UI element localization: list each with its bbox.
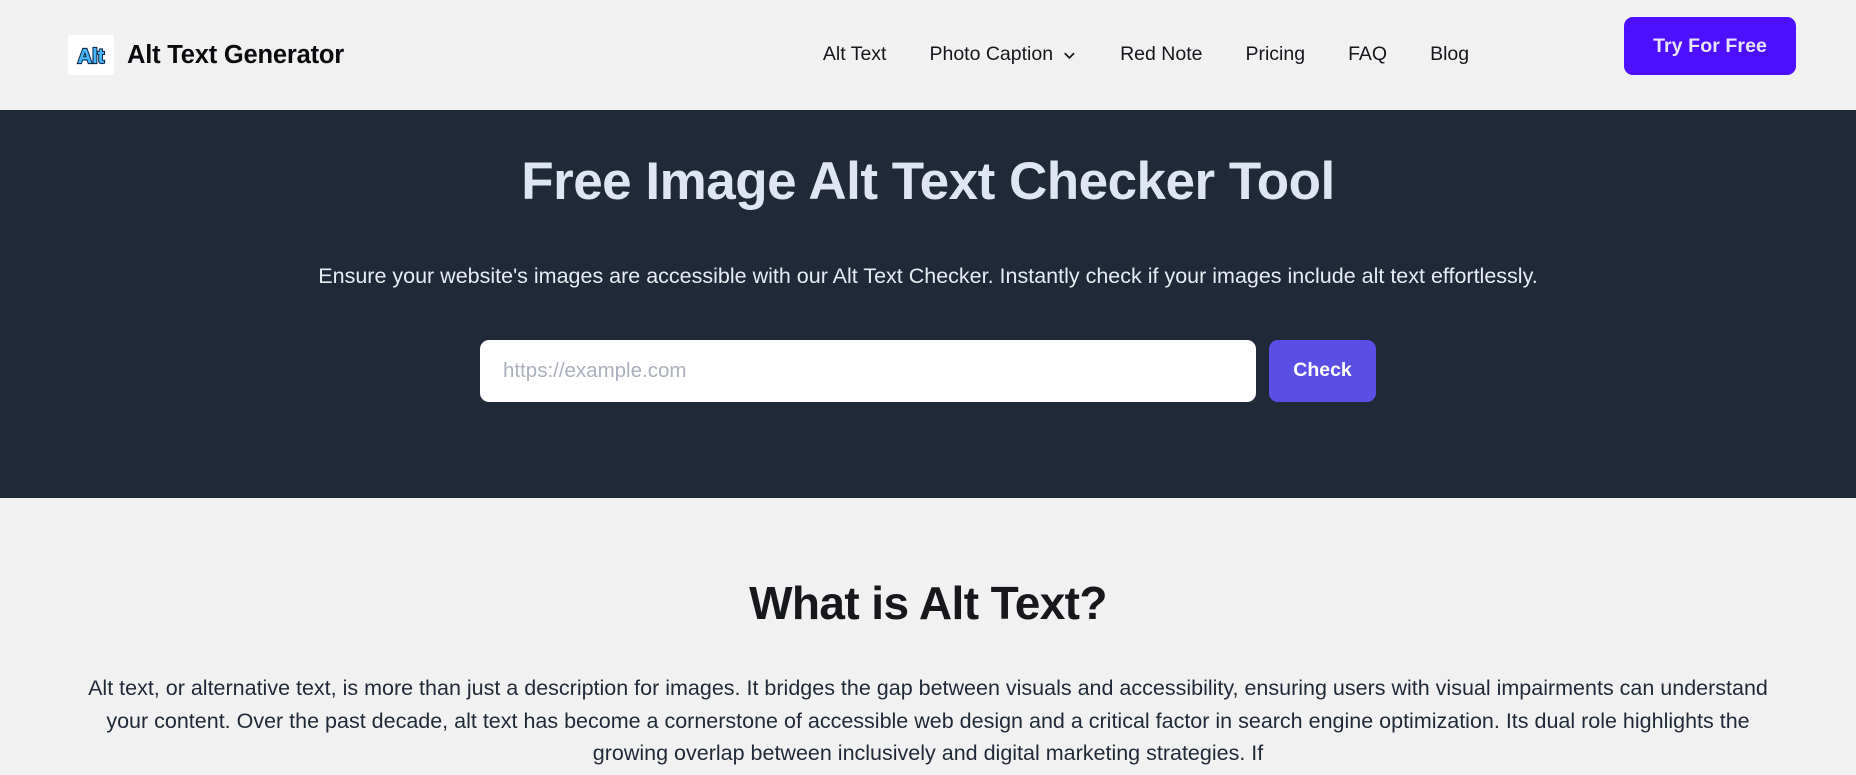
brand-logo-link[interactable]: Alt Alt Alt Text Generator (68, 35, 344, 75)
svg-text:Alt: Alt (78, 46, 105, 68)
section-paragraph: Alt text, or alternative text, is more t… (88, 676, 1768, 766)
hero-section: Free Image Alt Text Checker Tool Ensure … (0, 110, 1856, 498)
what-is-alt-text-section: What is Alt Text? Alt text, or alternati… (0, 498, 1856, 771)
section-title: What is Alt Text? (749, 577, 1107, 629)
nav-item-blog[interactable]: Blog (1430, 45, 1469, 65)
nav-item-label: FAQ (1348, 43, 1388, 66)
try-for-free-button[interactable]: Try For Free (1624, 17, 1796, 75)
nav-item-alt-text[interactable]: Alt Text (823, 45, 887, 65)
nav-item-label: Photo Caption (929, 43, 1054, 66)
hero-subtitle: Ensure your website's images are accessi… (318, 263, 1538, 288)
alt-text-checker-form: Check (0, 339, 1856, 402)
page-title: Free Image Alt Text Checker Tool (521, 152, 1335, 211)
nav-item-red-note[interactable]: Red Note (1120, 45, 1202, 65)
site-header: Alt Alt Alt Text Generator Alt Text Phot… (0, 0, 1856, 110)
nav-item-photo-caption[interactable]: Photo Caption (929, 45, 1077, 65)
nav-item-label: Alt Text (822, 43, 887, 66)
nav-item-label: Blog (1430, 43, 1470, 66)
nav-item-label: Pricing (1245, 43, 1306, 66)
nav-item-faq[interactable]: FAQ (1348, 45, 1387, 65)
alt-logo-icon: Alt Alt (68, 35, 114, 75)
chevron-down-icon (1062, 48, 1077, 63)
nav-item-label: Red Note (1120, 43, 1203, 66)
brand-name: Alt Text Generator (127, 40, 344, 69)
check-button[interactable]: Check (1269, 339, 1376, 402)
nav-item-pricing[interactable]: Pricing (1245, 45, 1305, 65)
main-navigation: Alt Text Photo Caption Red Note Pricing … (823, 45, 1469, 65)
url-input[interactable] (480, 339, 1256, 402)
